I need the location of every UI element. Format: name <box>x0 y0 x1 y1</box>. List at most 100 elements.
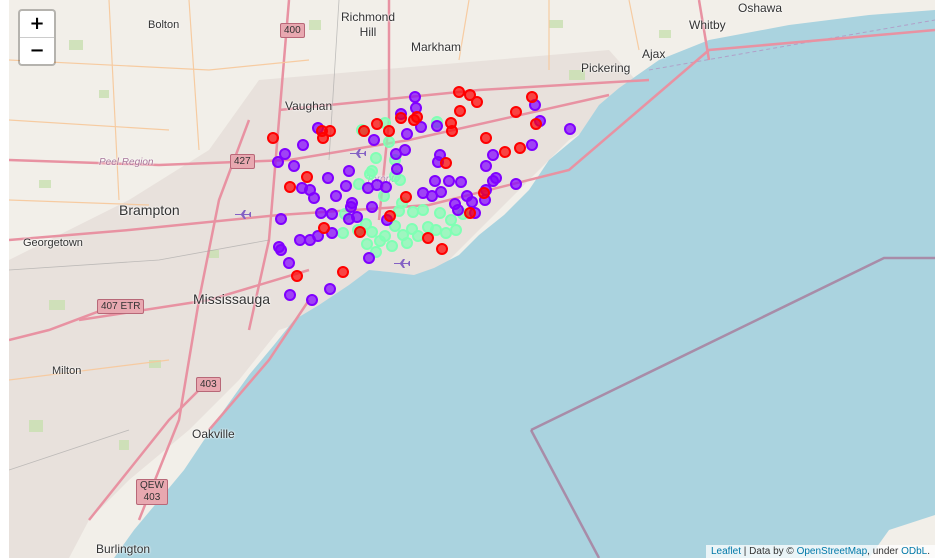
cluster-marker-red[interactable] <box>510 106 522 118</box>
cluster-marker-purple[interactable] <box>429 175 441 187</box>
cluster-marker-purple[interactable] <box>294 234 306 246</box>
map-attribution: Leaflet | Data by © OpenStreetMap, under… <box>705 545 935 558</box>
cluster-marker-green[interactable] <box>366 165 378 177</box>
cluster-marker-purple[interactable] <box>326 208 338 220</box>
cluster-marker-purple[interactable] <box>391 163 403 175</box>
cluster-marker-red[interactable] <box>301 171 313 183</box>
cluster-marker-purple[interactable] <box>275 213 287 225</box>
cluster-marker-purple[interactable] <box>284 289 296 301</box>
cluster-marker-purple[interactable] <box>368 134 380 146</box>
cluster-marker-red[interactable] <box>499 146 511 158</box>
cluster-marker-purple[interactable] <box>490 172 502 184</box>
cluster-marker-purple[interactable] <box>340 180 352 192</box>
cluster-marker-purple[interactable] <box>564 123 576 135</box>
cluster-marker-purple[interactable] <box>380 181 392 193</box>
cluster-marker-green[interactable] <box>412 230 424 242</box>
cluster-marker-green[interactable] <box>401 237 413 249</box>
cluster-marker-purple[interactable] <box>330 190 342 202</box>
cluster-marker-purple[interactable] <box>455 176 467 188</box>
cluster-marker-green[interactable] <box>450 224 462 236</box>
cluster-marker-purple[interactable] <box>346 197 358 209</box>
cluster-marker-green[interactable] <box>370 152 382 164</box>
cluster-marker-green[interactable] <box>394 174 406 186</box>
cluster-marker-purple[interactable] <box>304 234 316 246</box>
cluster-marker-purple[interactable] <box>510 178 522 190</box>
cluster-marker-red[interactable] <box>395 112 407 124</box>
cluster-marker-purple[interactable] <box>306 294 318 306</box>
odbl-link[interactable]: ODbL <box>901 546 927 557</box>
cluster-marker-purple[interactable] <box>435 186 447 198</box>
cluster-marker-red[interactable] <box>530 118 542 130</box>
attribution-text-1: | Data by © <box>741 546 797 557</box>
cluster-marker-red[interactable] <box>318 222 330 234</box>
cluster-marker-red[interactable] <box>358 125 370 137</box>
cluster-marker-purple[interactable] <box>366 201 378 213</box>
cluster-marker-green[interactable] <box>430 224 442 236</box>
cluster-marker-green[interactable] <box>379 230 391 242</box>
cluster-marker-red[interactable] <box>354 226 366 238</box>
cluster-marker-purple[interactable] <box>431 120 443 132</box>
cluster-marker-red[interactable] <box>400 191 412 203</box>
cluster-marker-purple[interactable] <box>324 283 336 295</box>
cluster-marker-purple[interactable] <box>466 196 478 208</box>
cluster-marker-purple[interactable] <box>452 204 464 216</box>
cluster-marker-red[interactable] <box>371 118 383 130</box>
cluster-marker-red[interactable] <box>440 157 452 169</box>
zoom-out-button[interactable]: − <box>20 37 54 64</box>
cluster-marker-purple[interactable] <box>272 156 284 168</box>
cluster-marker-purple[interactable] <box>288 160 300 172</box>
cluster-marker-red[interactable] <box>337 266 349 278</box>
cluster-marker-purple[interactable] <box>315 207 327 219</box>
cluster-marker-red[interactable] <box>464 207 476 219</box>
cluster-marker-red[interactable] <box>454 105 466 117</box>
cluster-marker-purple[interactable] <box>297 139 309 151</box>
cluster-marker-purple[interactable] <box>343 213 355 225</box>
cluster-marker-green[interactable] <box>445 214 457 226</box>
cluster-marker-red[interactable] <box>480 132 492 144</box>
cluster-marker-green[interactable] <box>361 238 373 250</box>
zoom-control: + − <box>18 9 56 66</box>
cluster-marker-purple[interactable] <box>308 192 320 204</box>
openstreetmap-link[interactable]: OpenStreetMap <box>797 546 868 557</box>
cluster-marker-purple[interactable] <box>283 257 295 269</box>
cluster-marker-red[interactable] <box>291 270 303 282</box>
zoom-in-button[interactable]: + <box>20 11 54 37</box>
cluster-marker-green[interactable] <box>434 207 446 219</box>
cluster-marker-red[interactable] <box>526 91 538 103</box>
cluster-marker-red[interactable] <box>514 142 526 154</box>
cluster-markers-layer <box>267 86 576 306</box>
cluster-marker-red[interactable] <box>408 114 420 126</box>
cluster-marker-green[interactable] <box>440 227 452 239</box>
cluster-marker-red[interactable] <box>324 125 336 137</box>
attribution-text-3: . <box>927 546 930 557</box>
map-view[interactable]: Richmond Hill Markham Oshawa Whitby Ajax… <box>9 0 935 558</box>
cluster-marker-purple[interactable] <box>443 175 455 187</box>
cluster-marker-green[interactable] <box>417 204 429 216</box>
cluster-marker-green[interactable] <box>386 240 398 252</box>
cluster-marker-purple[interactable] <box>343 165 355 177</box>
cluster-marker-purple[interactable] <box>401 128 413 140</box>
cluster-marker-purple[interactable] <box>275 244 287 256</box>
cluster-marker-purple[interactable] <box>409 91 421 103</box>
cluster-marker-red[interactable] <box>446 125 458 137</box>
cluster-marker-purple[interactable] <box>526 139 538 151</box>
cluster-marker-purple[interactable] <box>390 148 402 160</box>
cluster-marker-red[interactable] <box>471 96 483 108</box>
cluster-marker-purple[interactable] <box>322 172 334 184</box>
cluster-marker-red[interactable] <box>422 232 434 244</box>
cluster-marker-purple[interactable] <box>480 160 492 172</box>
cluster-marker-red[interactable] <box>267 132 279 144</box>
cluster-marker-red[interactable] <box>384 210 396 222</box>
cluster-marker-red[interactable] <box>383 125 395 137</box>
cluster-marker-red[interactable] <box>436 243 448 255</box>
cluster-marker-green[interactable] <box>383 136 395 148</box>
leaflet-link[interactable]: Leaflet <box>711 546 741 557</box>
cluster-marker-purple[interactable] <box>296 182 308 194</box>
cluster-marker-green[interactable] <box>407 206 419 218</box>
cluster-marker-red[interactable] <box>284 181 296 193</box>
cluster-marker-green[interactable] <box>337 227 349 239</box>
cluster-marker-red[interactable] <box>478 187 490 199</box>
cluster-marker-red[interactable] <box>453 86 465 98</box>
cluster-marker-purple[interactable] <box>487 149 499 161</box>
cluster-marker-purple[interactable] <box>363 252 375 264</box>
